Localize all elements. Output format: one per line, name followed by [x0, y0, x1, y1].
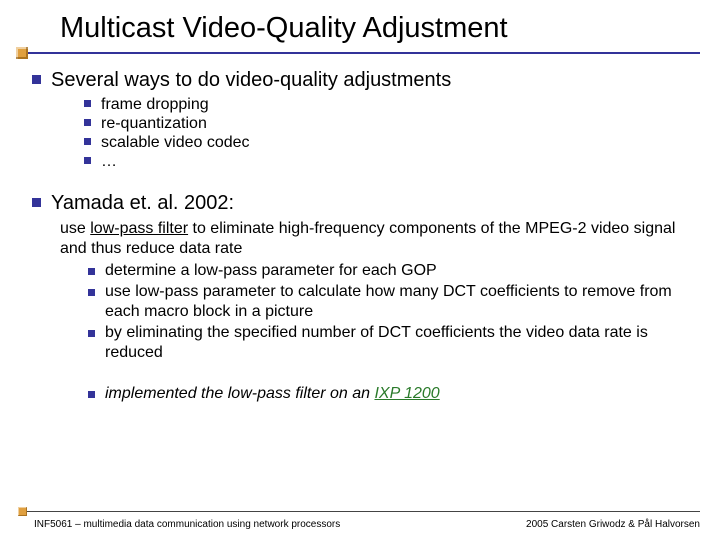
footer-divider — [20, 511, 700, 512]
slide-title: Multicast Video-Quality Adjustment — [60, 12, 720, 45]
section-heading: Several ways to do video-quality adjustm… — [32, 69, 700, 92]
bullet-icon — [88, 391, 95, 398]
bullet-icon — [88, 268, 95, 275]
section-items: frame dropping re-quantization scalable … — [84, 96, 700, 171]
list-item: … — [84, 153, 700, 171]
title-ornament-icon — [16, 47, 28, 59]
spacer — [32, 364, 700, 382]
list-item: re-quantization — [84, 115, 700, 133]
bullet-icon — [84, 138, 91, 145]
item-text: use low-pass parameter to calculate how … — [105, 282, 700, 322]
list-item: by eliminating the specified number of D… — [88, 323, 700, 363]
slide: Multicast Video-Quality Adjustment Sever… — [0, 0, 720, 540]
section-heading: Yamada et. al. 2002: — [32, 192, 700, 215]
footer-ornament-icon — [18, 507, 27, 516]
bullet-icon — [84, 100, 91, 107]
slide-body: Several ways to do video-quality adjustm… — [0, 45, 720, 404]
bullet-icon — [32, 198, 41, 207]
footer-left-text: INF5061 – multimedia data communication … — [34, 519, 340, 530]
list-item: frame dropping — [84, 96, 700, 114]
bullet-icon — [84, 119, 91, 126]
list-item: scalable video codec — [84, 134, 700, 152]
list-item: implemented the low-pass filter on an IX… — [88, 384, 700, 404]
section-subitems: determine a low-pass parameter for each … — [88, 261, 700, 363]
item-text: by eliminating the specified number of D… — [105, 323, 700, 363]
lowpass-term: low-pass filter — [90, 220, 188, 237]
section-heading-text: Yamada et. al. 2002: — [51, 192, 234, 214]
ixp-link: IXP 1200 — [374, 385, 439, 402]
footer-right-text: 2005 Carsten Griwodz & Pål Halvorsen — [526, 519, 700, 530]
bullet-icon — [32, 75, 41, 84]
bullet-icon — [88, 330, 95, 337]
impl-text-pre: implemented the low-pass filter on an — [105, 385, 374, 402]
section-intro: use low-pass filter to eliminate high-fr… — [60, 219, 700, 259]
item-text: determine a low-pass parameter for each … — [105, 261, 437, 281]
item-text: frame dropping — [101, 96, 209, 113]
item-text: re-quantization — [101, 115, 207, 132]
bullet-icon — [88, 289, 95, 296]
impl-line: implemented the low-pass filter on an IX… — [105, 384, 440, 404]
item-text: … — [101, 153, 117, 170]
list-item: determine a low-pass parameter for each … — [88, 261, 700, 281]
intro-text-pre: use — [60, 220, 90, 237]
item-text: scalable video codec — [101, 134, 250, 151]
spacer — [32, 172, 700, 186]
title-area: Multicast Video-Quality Adjustment — [0, 0, 720, 45]
section-implementation: implemented the low-pass filter on an IX… — [88, 384, 700, 404]
bullet-icon — [84, 157, 91, 164]
list-item: use low-pass parameter to calculate how … — [88, 282, 700, 322]
title-underline — [18, 52, 700, 54]
section-heading-text: Several ways to do video-quality adjustm… — [51, 69, 451, 91]
